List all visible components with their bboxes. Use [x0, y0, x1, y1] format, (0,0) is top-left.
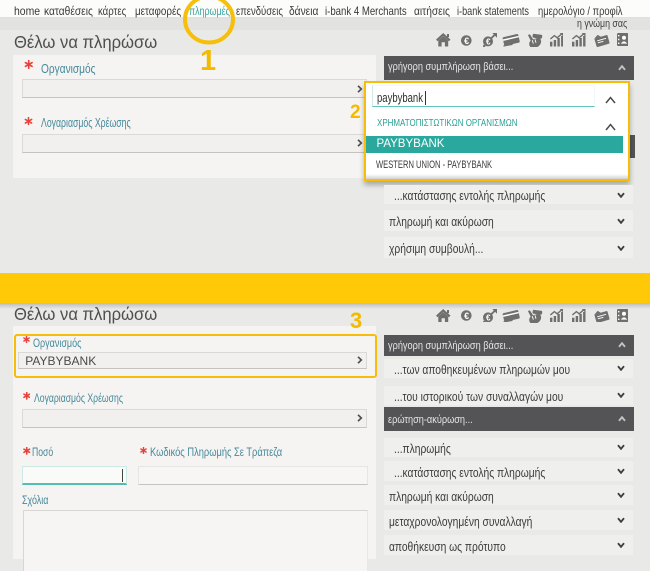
svg-text:€: €: [485, 38, 490, 47]
svg-text:€: €: [485, 313, 490, 322]
svg-text:€: €: [464, 35, 469, 45]
svg-text:€: €: [464, 311, 469, 321]
